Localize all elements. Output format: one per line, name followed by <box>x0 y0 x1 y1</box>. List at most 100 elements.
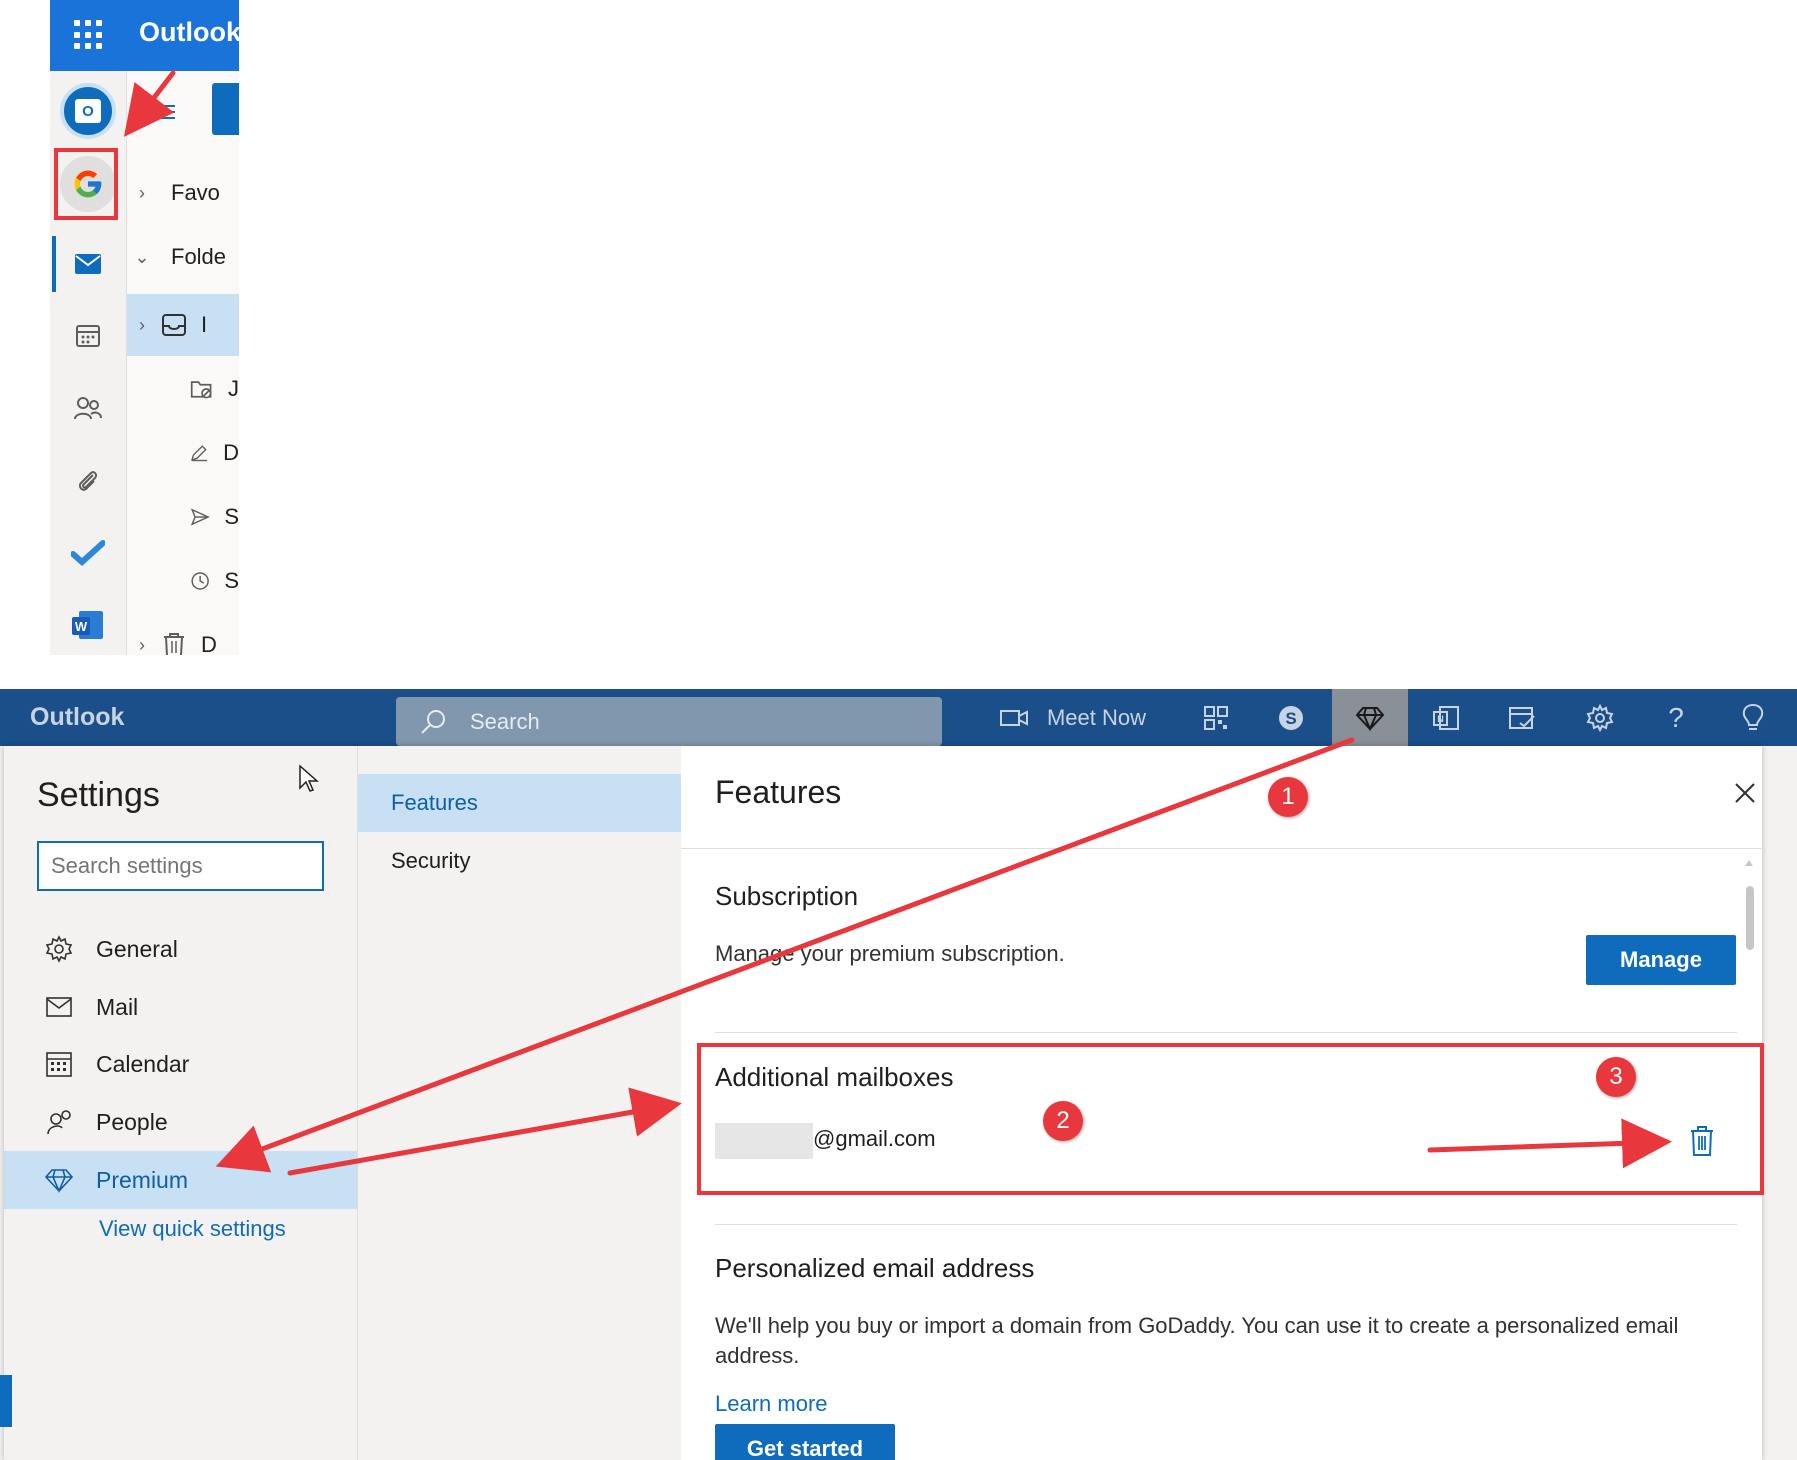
app-launcher-icon[interactable] <box>74 20 104 50</box>
svg-text:N: N <box>1437 714 1444 724</box>
settings-button[interactable] <box>1569 689 1631 746</box>
section-divider <box>715 1032 1737 1033</box>
manage-button[interactable]: Manage <box>1586 935 1736 985</box>
todo-icon[interactable] <box>66 531 110 575</box>
folder-row-drafts[interactable]: D <box>127 425 239 481</box>
calendar-icon[interactable] <box>66 314 110 358</box>
gear-icon <box>42 932 76 966</box>
subscription-title: Subscription <box>715 881 859 911</box>
category-label: Calendar <box>96 1050 190 1077</box>
svg-text:S: S <box>1285 709 1296 728</box>
onenote-feed-button[interactable]: N <box>1415 689 1477 746</box>
google-account-highlight <box>54 148 118 220</box>
learn-more-link[interactable]: Learn more <box>715 1391 828 1417</box>
category-calendar[interactable]: Calendar <box>4 1035 357 1093</box>
svg-text:W: W <box>75 619 88 634</box>
settings-heading: Settings <box>37 776 160 814</box>
folder-label: Favo <box>171 180 220 205</box>
get-started-button[interactable]: Get started <box>715 1424 895 1460</box>
category-label: General <box>96 935 178 962</box>
send-icon <box>190 508 210 526</box>
app-title: Outlook <box>139 17 239 47</box>
folder-label: D <box>223 440 239 465</box>
subscription-text: Manage your premium subscription. <box>715 941 1065 966</box>
skype-icon: S <box>1279 705 1303 730</box>
folder-label: I <box>201 312 208 337</box>
calendar-check-icon <box>1509 706 1535 729</box>
chevron-right-icon: › <box>139 314 145 335</box>
people-icon[interactable] <box>66 386 110 430</box>
meet-now-label: Meet Now <box>1046 704 1147 730</box>
word-icon[interactable]: W <box>66 603 110 647</box>
step-badge-2: 2 <box>1043 1101 1083 1141</box>
personalized-email-title: Personalized email address <box>715 1253 1035 1283</box>
calendar-icon <box>42 1047 76 1081</box>
subcategory-features[interactable]: Features <box>358 774 682 832</box>
meet-now-button[interactable]: Meet Now <box>985 689 1160 746</box>
search-placeholder: Search <box>470 708 540 734</box>
chevron-down-icon: ⌄ <box>134 246 150 267</box>
category-label: Premium <box>96 1166 189 1193</box>
category-premium[interactable]: Premium <box>4 1151 357 1209</box>
settings-categories: Settings General Mail Calendar Peo <box>4 746 357 1460</box>
app-title: Outlook <box>30 703 125 731</box>
close-icon[interactable] <box>1730 778 1760 808</box>
video-camera-icon <box>999 709 1028 726</box>
new-mail-button[interactable] <box>212 83 239 135</box>
mail-icon[interactable] <box>66 242 110 286</box>
settings-subcategories: Features Security <box>357 746 682 1460</box>
help-icon: ? <box>1668 701 1684 733</box>
category-label: People <box>96 1108 168 1135</box>
diamond-icon <box>1355 706 1385 731</box>
outlook-logo-icon: O <box>75 99 101 123</box>
skype-button[interactable]: S <box>1260 689 1322 746</box>
step-badge-1: 1 <box>1268 777 1308 817</box>
top-bar: Outlook Search Meet Now S N ? <box>0 689 1797 746</box>
outlook-left-rail-crop: Outlook O W › Favo ⌄ Folde › I J D S S ›… <box>50 0 239 655</box>
mouse-cursor-icon <box>299 764 319 792</box>
search-settings-input[interactable] <box>37 841 324 891</box>
category-general[interactable]: General <box>4 920 357 978</box>
my-day-button[interactable] <box>1491 689 1553 746</box>
folder-row-favorites[interactable]: › Favo <box>127 165 239 221</box>
step-badge-3: 3 <box>1596 1057 1636 1097</box>
mail-icon <box>42 990 76 1024</box>
folder-row-junk[interactable]: J <box>127 361 239 417</box>
folder-row-deleted[interactable]: › D <box>127 617 239 655</box>
inbox-icon <box>162 314 186 336</box>
folder-label: D <box>201 632 217 655</box>
folder-label: J <box>228 376 239 401</box>
qr-code-button[interactable] <box>1185 689 1247 746</box>
side-tab-handle[interactable] <box>0 1375 12 1427</box>
outlook-account-icon[interactable]: O <box>60 83 116 139</box>
folder-label: S <box>224 504 239 529</box>
gear-icon <box>1586 703 1614 732</box>
folder-row-inbox[interactable]: › I <box>127 294 239 356</box>
folder-label: S <box>224 568 239 593</box>
search-box[interactable]: Search <box>396 697 942 746</box>
folder-row-folders[interactable]: ⌄ Folde <box>127 229 239 285</box>
active-indicator <box>52 236 56 292</box>
help-button[interactable]: ? <box>1645 689 1707 746</box>
whats-new-button[interactable] <box>1722 689 1784 746</box>
folder-row-sent[interactable]: S <box>127 489 239 545</box>
drafts-icon <box>191 445 208 462</box>
view-quick-settings-link[interactable]: View quick settings <box>99 1216 286 1242</box>
folder-pane: › Favo ⌄ Folde › I J D S S › D <box>127 71 239 655</box>
top-app-header: Outlook <box>50 0 239 71</box>
onenote-icon: N <box>1433 705 1459 730</box>
hamburger-icon[interactable] <box>151 105 175 119</box>
clock-icon <box>191 572 209 590</box>
folder-row-scheduled[interactable]: S <box>127 553 239 609</box>
page: Outlook O W › Favo ⌄ Folde › I J D S S ›… <box>0 0 1797 1460</box>
personalized-email-text: We'll help you buy or import a domain fr… <box>715 1313 1679 1368</box>
people-icon <box>42 1105 76 1139</box>
diamond-icon <box>42 1163 76 1197</box>
category-mail[interactable]: Mail <box>4 978 357 1036</box>
category-people[interactable]: People <box>4 1093 357 1151</box>
subcategory-security[interactable]: Security <box>358 832 682 890</box>
premium-diamond-button[interactable] <box>1332 689 1408 746</box>
scrollbar-thumb[interactable] <box>1746 886 1754 950</box>
qr-code-icon <box>1204 705 1228 730</box>
attachment-icon[interactable] <box>66 459 110 503</box>
